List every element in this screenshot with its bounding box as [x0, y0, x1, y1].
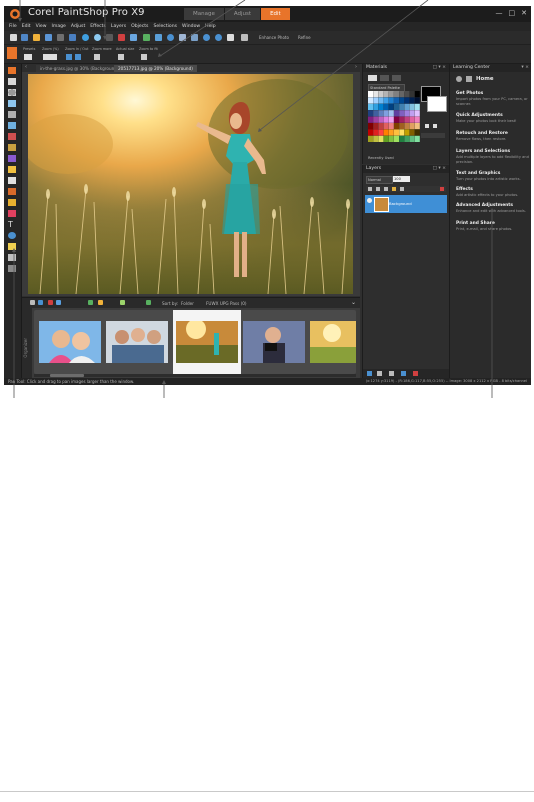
- page-rule: [0, 791, 534, 792]
- callout-arrow-tool-options: [159, 0, 246, 57]
- callout-arrows: [12, 0, 494, 398]
- callout-arrow-palettes: [259, 0, 429, 131]
